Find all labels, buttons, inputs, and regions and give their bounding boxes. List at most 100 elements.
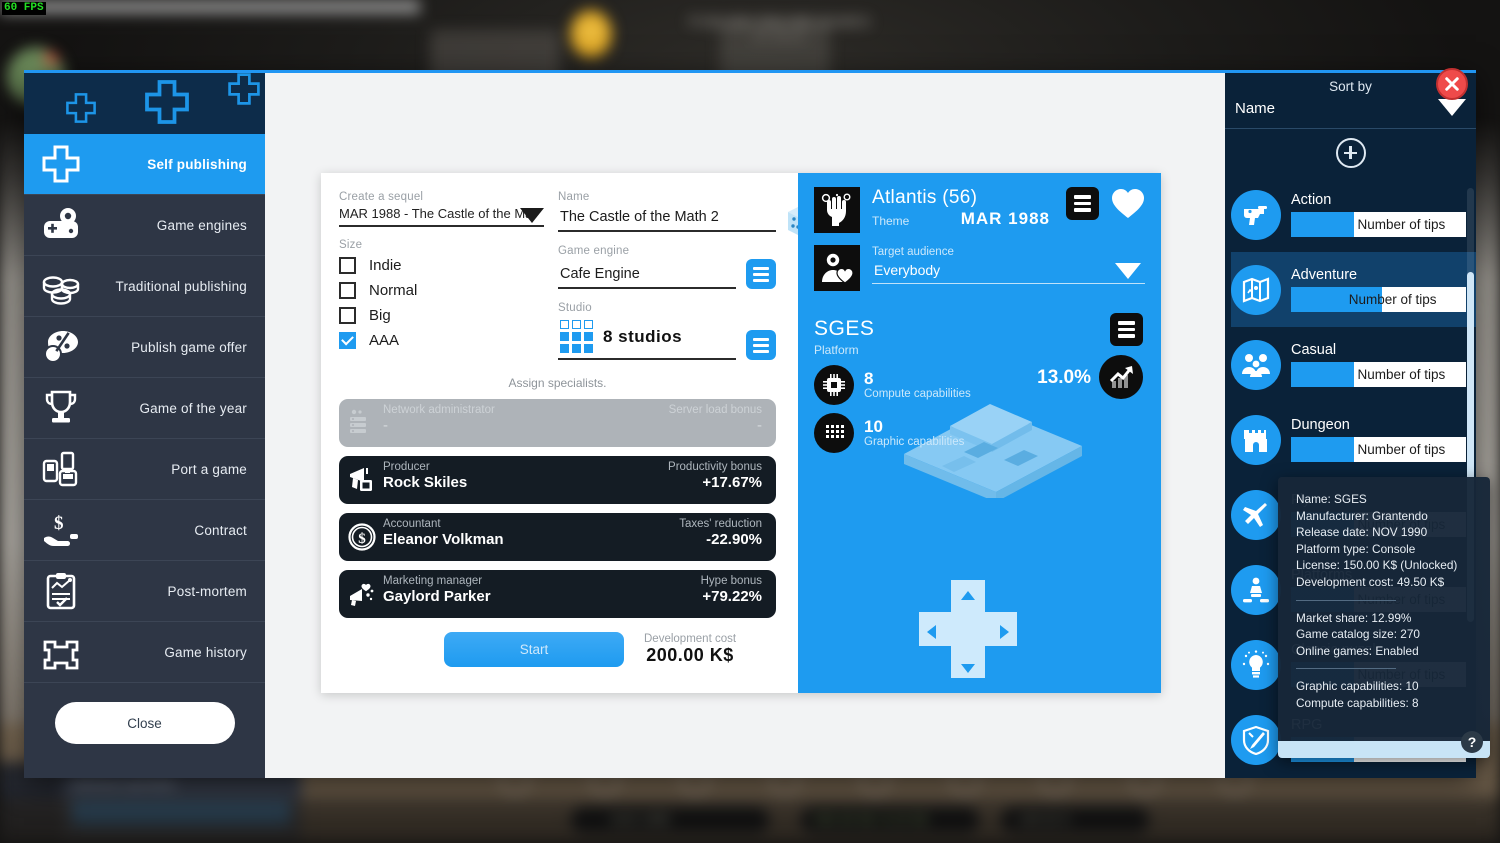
- close-x-glyph: [1445, 77, 1459, 91]
- size-option-aaa[interactable]: AAA: [339, 328, 544, 353]
- svg-text:$: $: [54, 513, 64, 534]
- chevron-down-icon[interactable]: [1438, 99, 1466, 116]
- size-option-normal[interactable]: Normal: [339, 278, 544, 303]
- sidebar-item-contract[interactable]: $ Contract: [24, 500, 265, 561]
- history-icon: [24, 632, 98, 672]
- percent-bubble-icon: [24, 327, 98, 367]
- close-icon[interactable]: [1436, 68, 1468, 100]
- dpad-decoration-icon: [919, 580, 1017, 678]
- platformer-icon: [1231, 564, 1281, 615]
- genre-item-adventure[interactable]: Adventure Number of tips: [1231, 252, 1476, 327]
- genre-item-casual[interactable]: Casual Number of tips: [1231, 327, 1476, 402]
- specialist-row-producer[interactable]: Producer Productivity bonus Rock Skiles …: [339, 456, 776, 504]
- studio-list-button[interactable]: [746, 330, 776, 360]
- background-fans-pill: 149.32 K: [1000, 806, 1150, 834]
- genre-item-action[interactable]: Action Number of tips: [1231, 177, 1476, 252]
- tooltip-line: Name: SGES: [1296, 492, 1367, 506]
- compute-capabilities-row: 8 Compute capabilities: [814, 365, 1145, 405]
- specialist-bonus-label: Server load bonus: [668, 404, 762, 416]
- cpu-icon: [814, 365, 854, 405]
- clipboard-chart-icon: [24, 571, 98, 611]
- specialist-row-marketing-manager[interactable]: Marketing manager Hype bonus Gaylord Par…: [339, 570, 776, 618]
- genre-item-dungeon[interactable]: Dungeon Number of tips: [1231, 402, 1476, 477]
- size-label: Size: [339, 239, 363, 251]
- sidebar-item-label: Contract: [194, 522, 247, 538]
- genre-tips-bar[interactable]: Number of tips: [1291, 287, 1466, 312]
- plus-circle-icon[interactable]: [1335, 138, 1366, 168]
- sidebar-header: [24, 73, 265, 134]
- target-audience-field[interactable]: Target audience Everybody: [872, 245, 1145, 284]
- heart-icon[interactable]: [1111, 187, 1145, 219]
- map-icon: [1231, 264, 1281, 315]
- tooltip-line: License: 150.00 K$ (Unlocked): [1296, 558, 1458, 573]
- genre-tips-bar[interactable]: Number of tips: [1291, 212, 1466, 237]
- graphic-value: 10: [864, 417, 883, 437]
- development-cost: Development cost 200.00 K$: [644, 633, 736, 666]
- size-option-label: Big: [369, 307, 391, 324]
- sidebar-item-label: Game of the year: [139, 400, 247, 416]
- self-publishing-dialog: Self publishing Game engines Traditional…: [24, 68, 1490, 778]
- sidebar-item-traditional-publishing[interactable]: Traditional publishing: [24, 256, 265, 317]
- specialist-role: Accountant: [383, 518, 441, 530]
- background-banner-title: PUBLISH ONLINE GAMES: [688, 14, 872, 29]
- sidebar-item-post-mortem[interactable]: Post-mortem: [24, 561, 265, 622]
- sort-by-value: Name: [1235, 100, 1276, 117]
- engine-row: Cafe Engine: [558, 259, 776, 289]
- background-money-pill: 555.39 K$ -8.19 K$: [800, 806, 980, 834]
- trophy-icon: [24, 388, 98, 428]
- development-cost-label: Development cost: [644, 633, 737, 645]
- tooltip-line: Graphic capabilities: 10: [1296, 679, 1419, 694]
- game-info-panel: Atlantis (56) Theme MAR 1988 Target audi…: [798, 173, 1161, 693]
- start-button[interactable]: Start: [444, 632, 624, 667]
- sidebar-item-label: Traditional publishing: [115, 278, 247, 294]
- specialist-bonus-value: -22.90%: [706, 531, 762, 548]
- theme-label: Theme: [872, 213, 910, 228]
- checkbox-normal[interactable]: [339, 282, 356, 299]
- name-field-wrap: The Castle of the Math 2: [558, 203, 824, 239]
- engine-list-button[interactable]: [746, 259, 776, 289]
- sidebar-item-port-a-game[interactable]: Port a game: [24, 439, 265, 500]
- audience-icon: [814, 245, 860, 291]
- game-release-date: MAR 1988: [960, 209, 1050, 228]
- megaphone-icon: [347, 465, 377, 495]
- hamburger-icon[interactable]: [1066, 187, 1099, 220]
- checkbox-indie[interactable]: [339, 257, 356, 274]
- genre-tips-bar[interactable]: Number of tips: [1291, 362, 1466, 387]
- help-icon[interactable]: ?: [1461, 731, 1483, 753]
- genre-tips-label: Number of tips: [1357, 442, 1446, 457]
- background-coin-icon: [570, 10, 612, 58]
- sidebar-item-label: Game history: [164, 644, 247, 660]
- size-option-big[interactable]: Big: [339, 303, 544, 328]
- tooltip-line: Online games: Enabled: [1296, 643, 1419, 658]
- sidebar-item-game-of-the-year[interactable]: Game of the year: [24, 378, 265, 439]
- platform-list-button[interactable]: [1110, 313, 1143, 346]
- tooltip-line: Manufacturer: Grantendo: [1296, 508, 1428, 523]
- sidebar-item-label: Post-mortem: [167, 583, 247, 599]
- platform-name: SGES: [814, 317, 875, 340]
- specialist-bonus-value: -: [757, 417, 762, 434]
- checkbox-big[interactable]: [339, 307, 356, 324]
- sequel-select[interactable]: MAR 1988 - The Castle of the Ma: [339, 205, 544, 227]
- size-option-label: Normal: [369, 282, 418, 299]
- close-button[interactable]: Close: [54, 702, 235, 744]
- background-date-pill: AUG 1988: [570, 806, 770, 834]
- specialist-row-accountant[interactable]: $ Accountant Taxes' reduction Eleanor Vo…: [339, 513, 776, 561]
- tooltip-line: Development cost: 49.50 K$: [1296, 574, 1445, 589]
- marketing-icon: [347, 579, 377, 609]
- sidebar-item-label: Self publishing: [147, 156, 247, 172]
- compute-value: 8: [864, 369, 874, 389]
- sidebar-item-self-publishing[interactable]: Self publishing: [24, 134, 265, 195]
- sidebar-item-game-engines[interactable]: Game engines: [24, 195, 265, 256]
- chevron-down-icon[interactable]: [1115, 263, 1141, 279]
- genre-tips-bar[interactable]: Number of tips: [1291, 437, 1466, 462]
- background-banner: PUBLISH ONLINE GAMES 0/1 Server: [660, 14, 900, 43]
- game-name-input[interactable]: The Castle of the Math 2: [558, 205, 776, 232]
- game-info-body: Atlantis (56) Theme MAR 1988 Target audi…: [798, 173, 1161, 467]
- sidebar-item-game-history[interactable]: Game history: [24, 622, 265, 683]
- size-option-indie[interactable]: Indie: [339, 253, 544, 278]
- trending-up-icon[interactable]: [1099, 355, 1143, 399]
- checkbox-aaa[interactable]: [339, 332, 356, 349]
- genre-tips-label: Number of tips: [1348, 292, 1437, 307]
- network-icon: [347, 408, 377, 438]
- sidebar-item-publish-game-offer[interactable]: Publish game offer: [24, 317, 265, 378]
